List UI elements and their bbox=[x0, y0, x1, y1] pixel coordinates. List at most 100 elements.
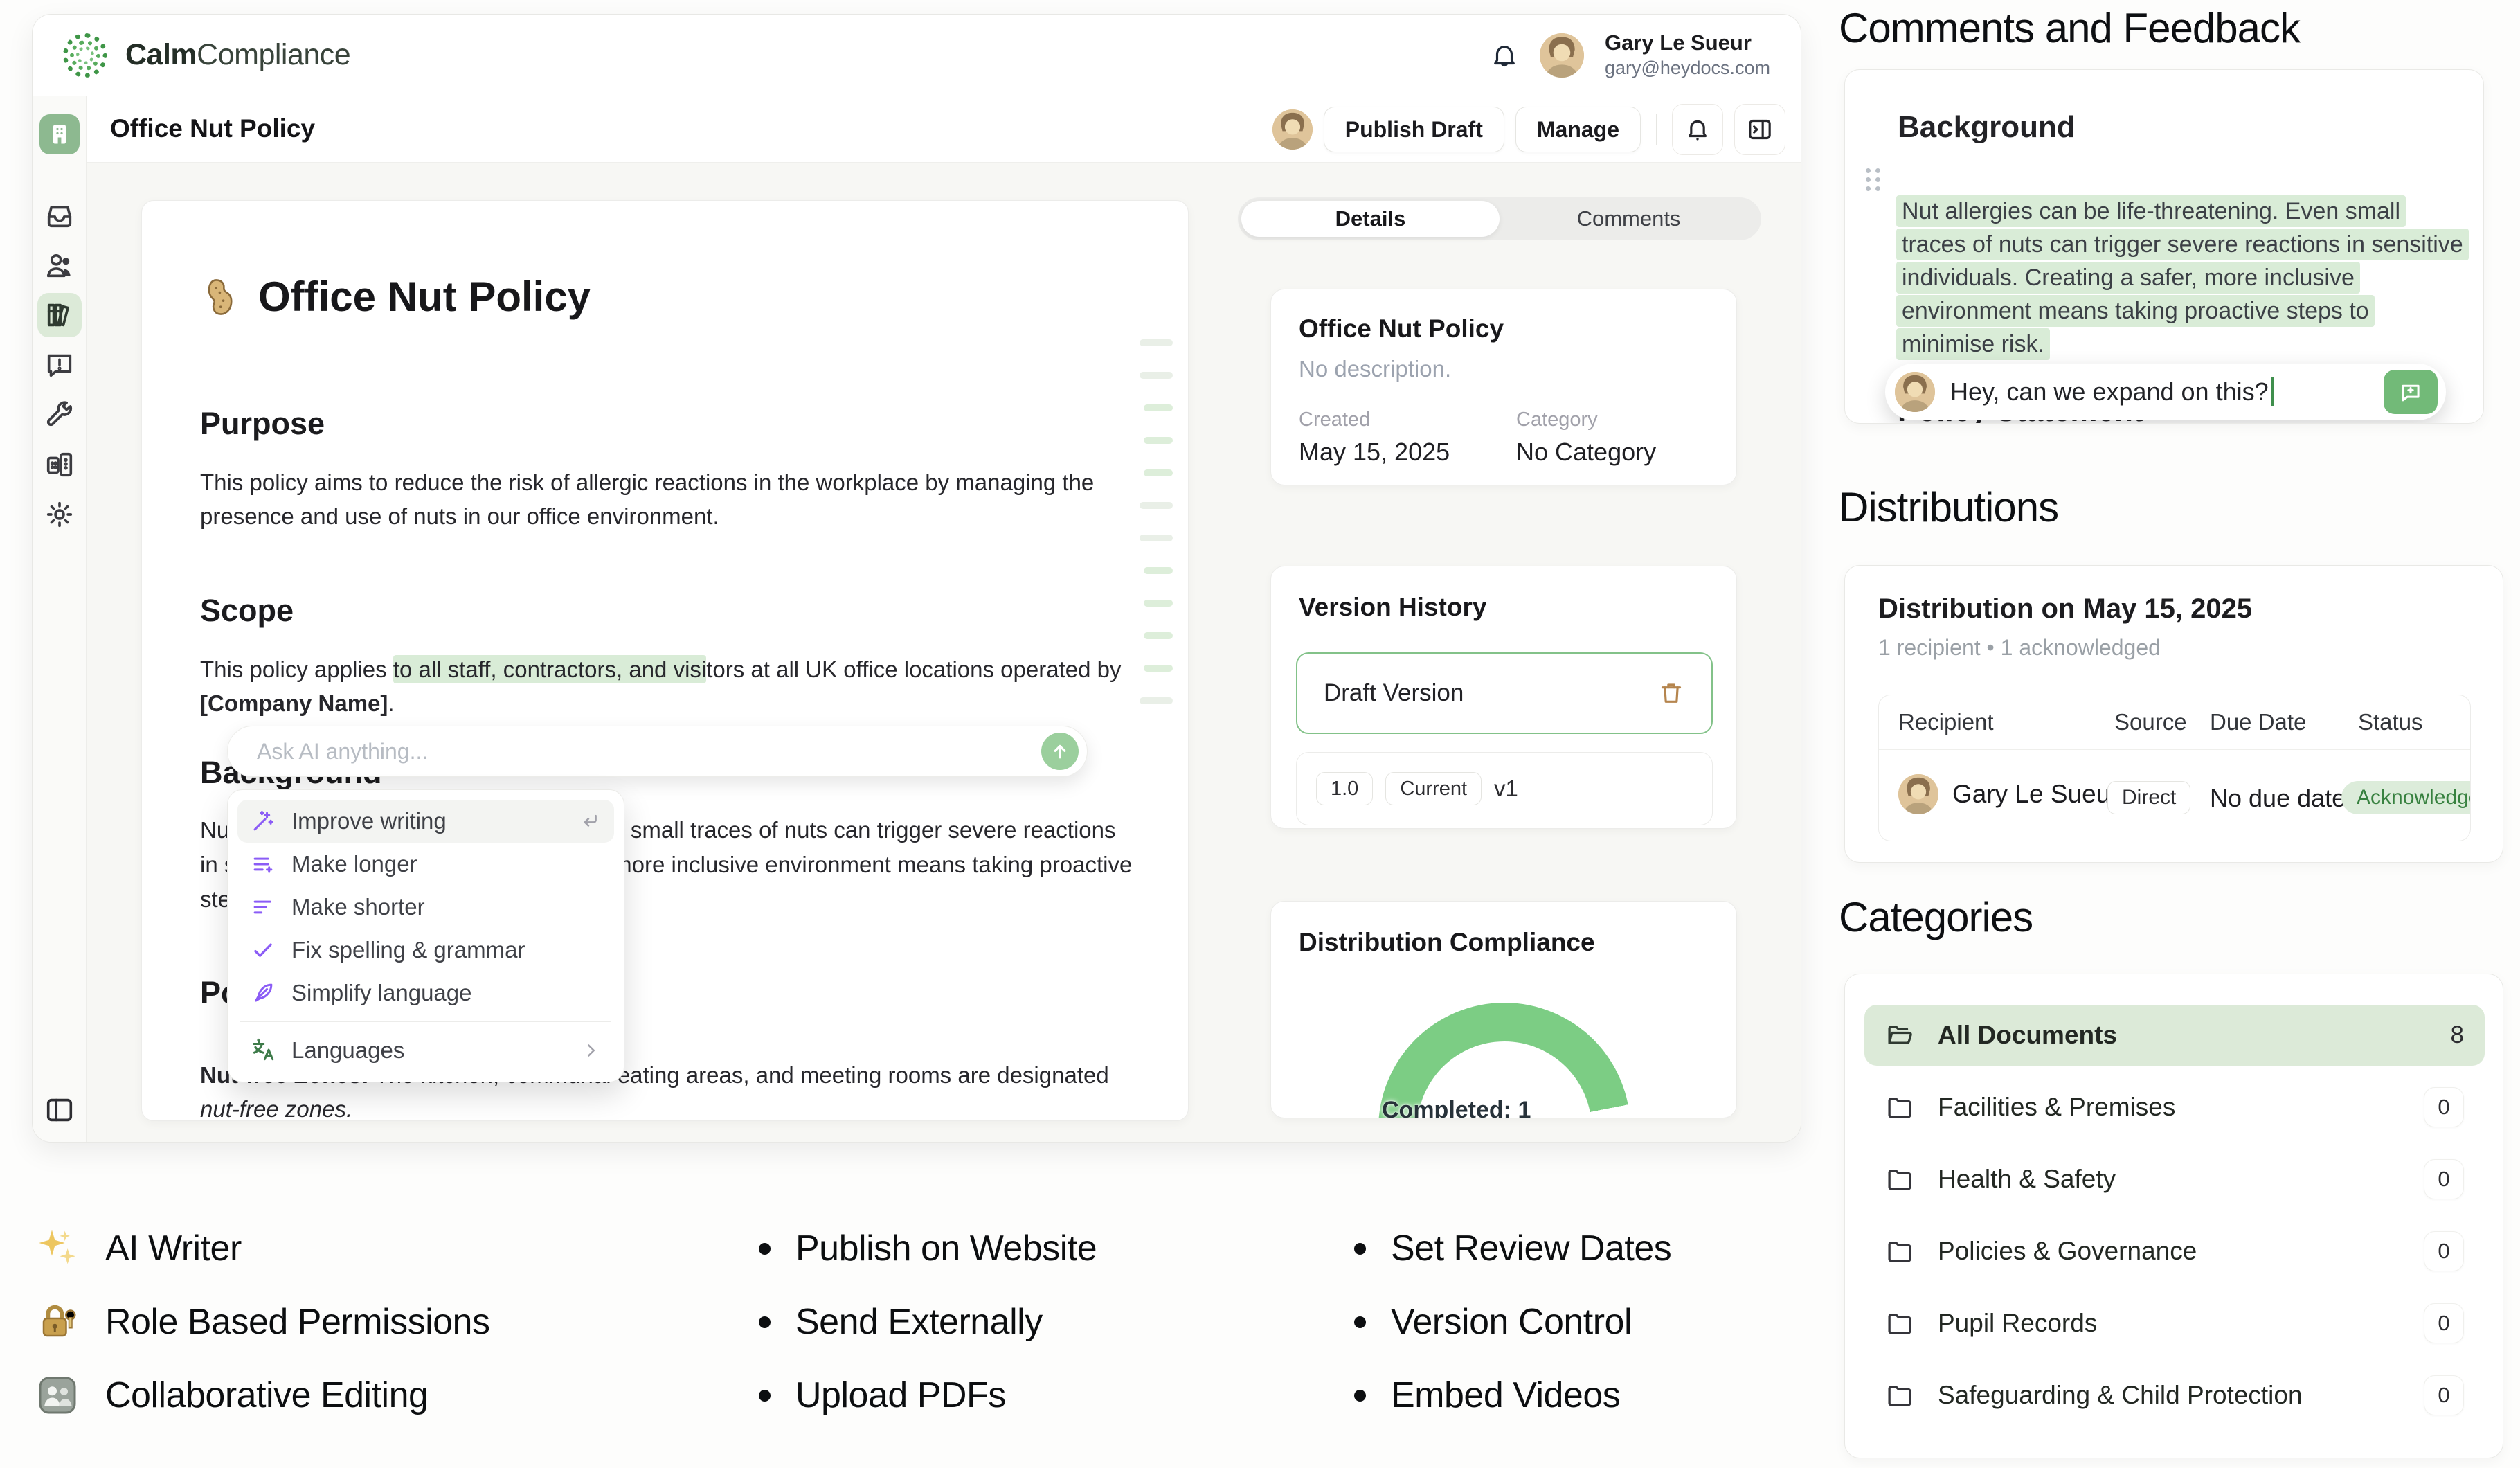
created-value: May 15, 2025 bbox=[1299, 438, 1450, 467]
user-email: gary@heydocs.com bbox=[1605, 57, 1770, 80]
collaborator-avatar[interactable] bbox=[1272, 109, 1313, 150]
brand-name: CalmCompliance bbox=[125, 38, 350, 72]
notifications-bell-icon[interactable] bbox=[1490, 41, 1519, 70]
bullet-dot bbox=[1354, 1316, 1366, 1328]
menu-divider bbox=[240, 1021, 611, 1022]
doc-title-text: Office Nut Policy bbox=[258, 273, 591, 321]
source-cell: Direct bbox=[2107, 781, 2190, 814]
ask-ai-send-icon[interactable] bbox=[1041, 733, 1079, 770]
comment-draft-text[interactable]: Hey, can we expand on this? bbox=[1950, 377, 2384, 406]
category-policies-governance[interactable]: Policies & Governance 0 bbox=[1864, 1221, 2485, 1282]
ask-ai-input[interactable]: Ask AI anything... bbox=[227, 726, 1088, 777]
table-divider bbox=[1879, 749, 2470, 750]
status-cell: Acknowledged bbox=[2341, 781, 2471, 814]
tab-comments[interactable]: Comments bbox=[1500, 201, 1758, 237]
created-label: Created bbox=[1299, 409, 1370, 431]
sidebar-rail bbox=[33, 96, 87, 1143]
sidebar-item-reports[interactable] bbox=[37, 343, 82, 387]
bullet-dot bbox=[759, 1390, 771, 1402]
sparkles-icon bbox=[35, 1226, 80, 1271]
window-header: CalmCompliance Gary Le Sueur gary@heydoc… bbox=[33, 15, 1801, 96]
category-value: No Category bbox=[1516, 438, 1656, 467]
version-number-badge: 1.0 bbox=[1316, 772, 1373, 805]
doc-heading-purpose: Purpose bbox=[200, 406, 325, 442]
app-window: CalmCompliance Gary Le Sueur gary@heydoc… bbox=[32, 14, 1801, 1143]
menu-item-make-longer[interactable]: Make longer bbox=[237, 843, 614, 886]
document-notifications-icon[interactable] bbox=[1672, 104, 1723, 155]
drag-handle-icon[interactable] bbox=[1866, 168, 1884, 191]
feather-icon bbox=[250, 980, 276, 1006]
brand-logo-icon bbox=[63, 33, 107, 78]
bullet-dot bbox=[1354, 1390, 1366, 1402]
highlighted-line: environment means taking proactive steps… bbox=[1896, 296, 2375, 326]
workspace-icon[interactable] bbox=[39, 114, 80, 154]
chevron-right-icon bbox=[581, 1040, 602, 1061]
publish-draft-button[interactable]: Publish Draft bbox=[1324, 107, 1504, 152]
version-1-row[interactable]: 1.0 Current v1 bbox=[1296, 752, 1713, 825]
sidebar-item-settings[interactable] bbox=[37, 492, 82, 537]
background-section-heading: Background bbox=[1898, 110, 2076, 145]
menu-item-fix-spelling[interactable]: Fix spelling & grammar bbox=[237, 929, 614, 972]
feature-send-externally: Send Externally bbox=[759, 1298, 1043, 1346]
highlighted-line: minimise risk. bbox=[1896, 329, 2050, 359]
menu-item-improve-writing[interactable]: Improve writing bbox=[237, 800, 614, 843]
column-source: Source bbox=[2114, 695, 2187, 749]
folder-icon bbox=[1885, 1381, 1914, 1410]
version-tag: v1 bbox=[1494, 776, 1518, 802]
doc-purpose-paragraph: This policy aims to reduce the risk of a… bbox=[200, 465, 1135, 533]
lock-icon bbox=[35, 1299, 80, 1345]
recipient-avatar bbox=[1898, 774, 1938, 814]
category-safeguarding[interactable]: Safeguarding & Child Protection 0 bbox=[1864, 1365, 2485, 1426]
open-side-panel-icon[interactable] bbox=[1734, 104, 1785, 155]
feature-version-control: Version Control bbox=[1354, 1298, 1632, 1346]
comment-input-bar[interactable]: Hey, can we expand on this? bbox=[1885, 364, 2446, 420]
feature-collaborative-editing: Collaborative Editing bbox=[35, 1371, 428, 1420]
donut-center-label: Completed: 1 bbox=[1382, 1097, 1631, 1118]
document-title: Office Nut Policy bbox=[110, 114, 315, 143]
sidebar-item-inbox[interactable] bbox=[37, 193, 82, 238]
collapse-sidebar-icon[interactable] bbox=[37, 1088, 82, 1132]
sidebar-item-library[interactable] bbox=[37, 293, 82, 337]
doc-heading-title: Office Nut Policy bbox=[200, 273, 591, 321]
brand-bold: Calm bbox=[125, 38, 197, 71]
column-status: Status bbox=[2358, 695, 2423, 749]
tab-details[interactable]: Details bbox=[1241, 201, 1500, 237]
menu-item-languages[interactable]: Languages bbox=[237, 1029, 614, 1072]
doc-scope-paragraph: This policy applies to all staff, contra… bbox=[200, 652, 1135, 720]
sidebar-item-people[interactable] bbox=[37, 243, 82, 287]
ai-actions-menu: Improve writing Make longer Make shorter… bbox=[227, 789, 624, 1082]
bullet-dot bbox=[759, 1316, 771, 1328]
lines-plus-icon bbox=[250, 851, 276, 877]
sidebar-item-organisation[interactable] bbox=[37, 442, 82, 487]
return-key-icon bbox=[578, 809, 602, 833]
draft-version-row[interactable]: Draft Version bbox=[1296, 652, 1713, 734]
trash-icon[interactable] bbox=[1657, 679, 1685, 707]
due-date-cell: No due date bbox=[2210, 784, 2346, 813]
user-avatar[interactable] bbox=[1540, 33, 1584, 78]
people-frame-icon bbox=[35, 1372, 80, 1418]
category-health-safety[interactable]: Health & Safety 0 bbox=[1864, 1149, 2485, 1210]
highlighted-line: Nut allergies can be life-threatening. E… bbox=[1896, 196, 2406, 226]
folder-icon bbox=[1885, 1237, 1914, 1266]
category-facilities-premises[interactable]: Facilities & Premises 0 bbox=[1864, 1077, 2485, 1138]
folder-open-icon bbox=[1885, 1021, 1914, 1050]
content-area: Office Nut Policy Purpose This policy ai… bbox=[87, 163, 1801, 1143]
peanut-emoji-icon bbox=[200, 276, 243, 319]
menu-item-simplify-language[interactable]: Simplify language bbox=[237, 972, 614, 1014]
category-label: Category bbox=[1516, 409, 1598, 431]
distribution-card: Distribution on May 15, 2025 1 recipient… bbox=[1844, 565, 2503, 863]
submit-comment-icon[interactable] bbox=[2384, 370, 2438, 414]
lines-short-icon bbox=[250, 894, 276, 920]
category-all-documents[interactable]: All Documents 8 bbox=[1864, 1005, 2485, 1066]
toolbar-divider bbox=[1656, 114, 1657, 145]
document-toolbar: Office Nut Policy Publish Draft Manage bbox=[87, 96, 1801, 163]
wand-icon bbox=[250, 808, 276, 834]
category-pupil-records[interactable]: Pupil Records 0 bbox=[1864, 1293, 2485, 1354]
ask-ai-placeholder: Ask AI anything... bbox=[257, 739, 1041, 764]
menu-item-make-shorter[interactable]: Make shorter bbox=[237, 886, 614, 929]
panel-tabs: Details Comments bbox=[1238, 197, 1761, 240]
manage-button[interactable]: Manage bbox=[1515, 107, 1641, 152]
sidebar-item-tools[interactable] bbox=[37, 393, 82, 437]
document-editor[interactable]: Office Nut Policy Purpose This policy ai… bbox=[141, 200, 1189, 1121]
highlighted-line: traces of nuts can trigger severe reacti… bbox=[1896, 229, 2469, 260]
